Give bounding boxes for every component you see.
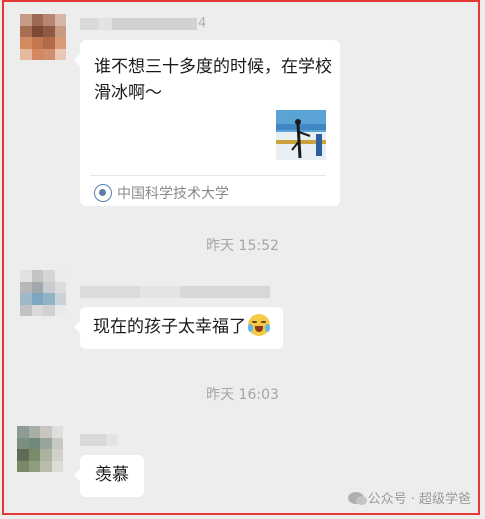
- wechat-icon: [347, 491, 367, 505]
- avatar[interactable]: [20, 270, 66, 316]
- card-divider: [90, 175, 326, 176]
- timestamp: 昨天 16:03: [206, 387, 279, 403]
- avatar[interactable]: [17, 426, 63, 472]
- skating-thumbnail-image: [276, 110, 326, 160]
- crying-laughing-emoji-icon: [248, 314, 270, 336]
- timestamp: 昨天 15:52: [206, 238, 279, 254]
- link-card[interactable]: 谁不想三十多度的时候，在学校滑冰啊～ 中国科学技术大学: [74, 40, 340, 206]
- watermark: 公众号 · 超级学爸: [347, 488, 471, 507]
- message-text: 现在的孩子太幸福了: [93, 317, 246, 337]
- message-bubble[interactable]: 羡慕: [74, 455, 144, 497]
- sender-name-suffix: 4: [198, 16, 207, 31]
- card-title: 谁不想三十多度的时候，在学校滑冰啊～: [94, 57, 332, 103]
- avatar[interactable]: [20, 14, 66, 60]
- sender-name: [80, 284, 270, 300]
- message-text: 羡慕: [95, 465, 129, 485]
- sender-name: 4: [80, 16, 206, 32]
- card-source-label: 中国科学技术大学: [117, 186, 229, 202]
- message-bubble[interactable]: 现在的孩子太幸福了: [74, 307, 283, 349]
- sender-name: [80, 432, 118, 448]
- card-thumbnail: [276, 110, 326, 160]
- card-source[interactable]: 中国科学技术大学: [94, 183, 229, 203]
- watermark-text: 公众号 · 超级学爸: [367, 492, 471, 507]
- school-logo-icon: [94, 184, 112, 202]
